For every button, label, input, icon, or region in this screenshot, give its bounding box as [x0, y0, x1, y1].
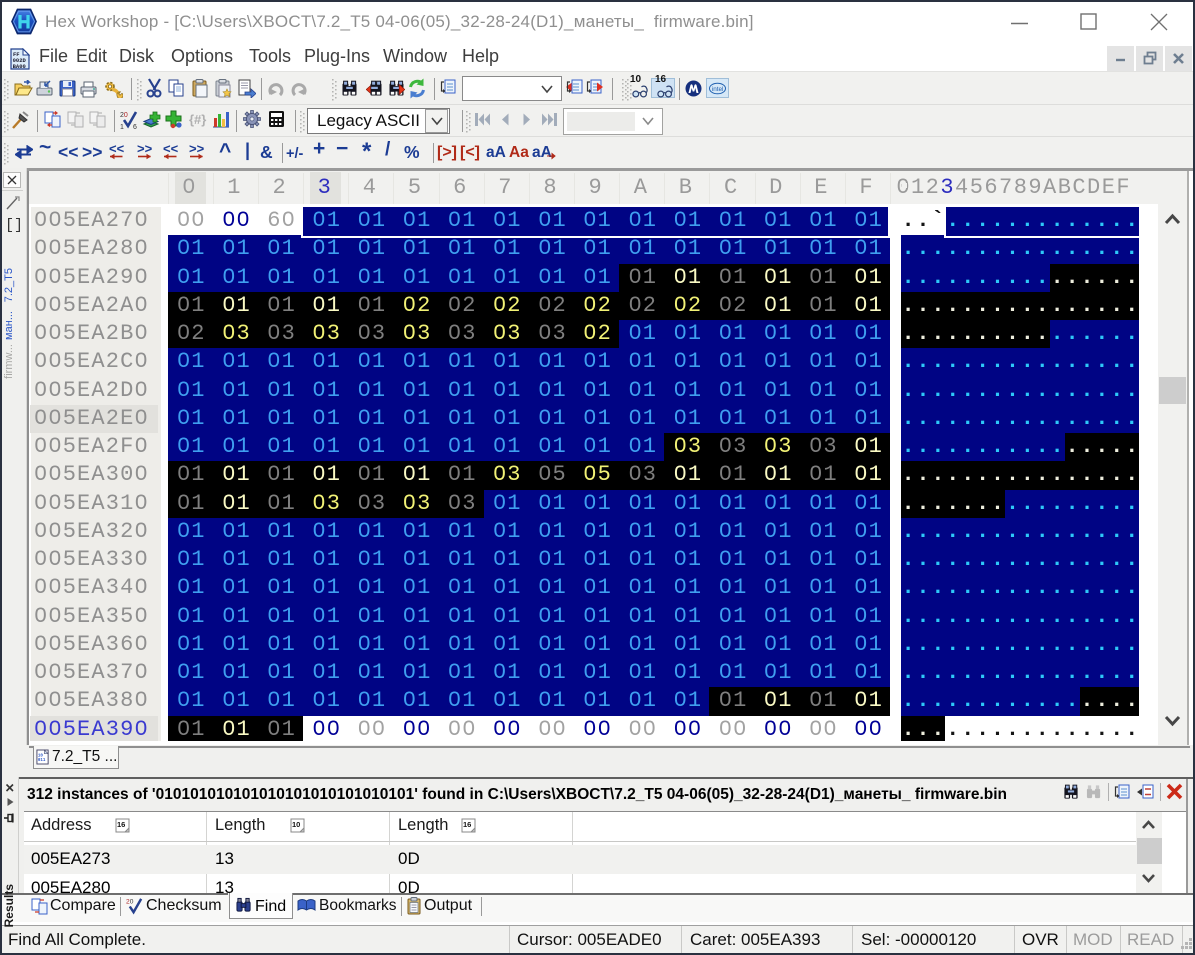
svg-text:BA00: BA00: [13, 63, 26, 70]
svg-text:20: 20: [120, 112, 128, 119]
svg-text:{#}: {#}: [189, 112, 206, 127]
svg-text:<<: <<: [109, 143, 125, 156]
svg-text:20: 20: [126, 899, 134, 906]
svg-text:intel: intel: [712, 86, 724, 93]
svg-text:6: 6: [133, 124, 137, 130]
svg-text:1: 1: [120, 124, 124, 130]
svg-text:011: 011: [38, 759, 46, 763]
svg-text:10: 10: [38, 755, 44, 759]
svg-text:16: 16: [463, 820, 471, 829]
svg-text:16: 16: [117, 820, 125, 829]
svg-text:<<: <<: [163, 143, 179, 156]
svg-text:>>: >>: [137, 143, 153, 156]
svg-text:>>: >>: [189, 143, 205, 156]
svg-text:10: 10: [292, 820, 300, 829]
